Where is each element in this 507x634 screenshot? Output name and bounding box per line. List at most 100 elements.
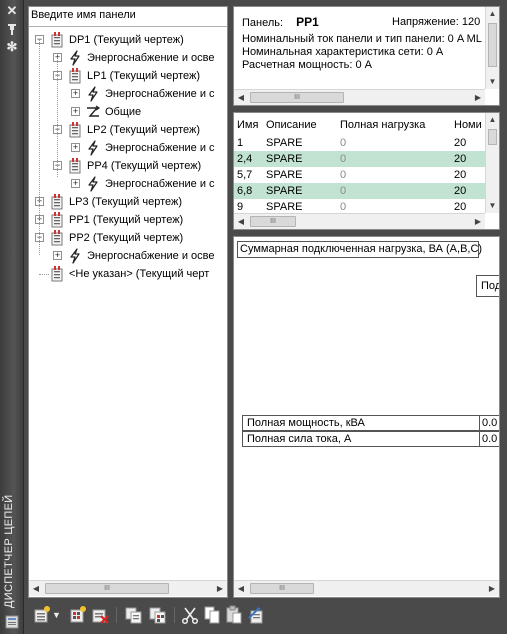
- table-row[interactable]: 5,7 SPARE 0 20: [234, 167, 487, 183]
- column-header-rating[interactable]: Номи: [451, 115, 487, 135]
- scroll-left-icon[interactable]: ◀: [29, 581, 43, 596]
- column-header-load[interactable]: Полная нагрузка: [337, 115, 451, 135]
- cell-rating[interactable]: 20: [451, 167, 487, 183]
- cell-description[interactable]: SPARE: [263, 151, 337, 167]
- cut-icon[interactable]: [180, 605, 200, 625]
- power-icon: [85, 176, 101, 192]
- cell-name[interactable]: 5,7: [234, 167, 263, 183]
- tree-node-label: PP2 (Текущий чертеж): [69, 232, 184, 244]
- column-header-description[interactable]: Описание: [263, 115, 337, 135]
- delete-icon[interactable]: [90, 605, 110, 625]
- circuits-table[interactable]: Имя Описание Полная нагрузка Номи 1 SPARE…: [234, 115, 487, 215]
- scroll-right-icon[interactable]: ▶: [213, 581, 227, 596]
- tree-node-label: LP3 (Текущий чертеж): [69, 196, 182, 208]
- tree-node[interactable]: + Энергоснабжение и с: [29, 85, 227, 103]
- tree-horizontal-scrollbar[interactable]: ◀ III ▶: [29, 580, 227, 596]
- tree-node[interactable]: − DP1 (Текущий чертеж): [29, 31, 227, 49]
- panel-search-input[interactable]: Введите имя панели: [29, 7, 227, 27]
- network-rating-text: Номинальная характеристика сети: 0 A: [242, 46, 444, 58]
- new-circuit-icon[interactable]: [68, 605, 88, 625]
- info-horizontal-scrollbar[interactable]: ◀ III ▶: [234, 89, 485, 105]
- power-icon: [85, 140, 101, 156]
- total-current-value: 0.0: [480, 431, 499, 447]
- summary-horizontal-scrollbar[interactable]: ◀ III ▶: [234, 580, 499, 596]
- table-row[interactable]: 1 SPARE 0 20: [234, 135, 487, 151]
- cell-name[interactable]: 2,4: [234, 151, 263, 167]
- expand-icon[interactable]: +: [71, 179, 80, 188]
- scroll-up-icon[interactable]: ▲: [486, 113, 499, 127]
- scroll-right-icon[interactable]: ▶: [471, 214, 485, 229]
- copy-icon[interactable]: [202, 605, 222, 625]
- total-power-value: 0.0: [480, 415, 499, 431]
- scroll-left-icon[interactable]: ◀: [234, 581, 248, 596]
- panel-label: Панель:: [242, 17, 284, 29]
- cell-load[interactable]: 0: [337, 135, 451, 151]
- scroll-right-icon[interactable]: ▶: [485, 581, 499, 596]
- expand-icon[interactable]: +: [71, 89, 80, 98]
- grid-horizontal-scrollbar[interactable]: ◀ III ▶: [234, 213, 485, 229]
- tree-node[interactable]: + Энергоснабжение и осве: [29, 49, 227, 67]
- expand-icon[interactable]: +: [71, 143, 80, 152]
- tree-node[interactable]: − PP4 (Текущий чертеж): [29, 157, 227, 175]
- scroll-thumb[interactable]: III: [250, 216, 296, 227]
- table-row[interactable]: 6,8 SPARE 0 20: [234, 183, 487, 199]
- cell-description[interactable]: SPARE: [263, 135, 337, 151]
- table-row[interactable]: 2,4 SPARE 0 20: [234, 151, 487, 167]
- cell-name[interactable]: 1: [234, 135, 263, 151]
- scroll-thumb[interactable]: III: [250, 583, 314, 594]
- properties-icon[interactable]: [246, 605, 266, 625]
- cell-description[interactable]: SPARE: [263, 167, 337, 183]
- cell-rating[interactable]: 20: [451, 183, 487, 199]
- tree-node[interactable]: − PP2 (Текущий чертеж): [29, 229, 227, 247]
- panel-icon: [49, 212, 65, 228]
- paste-panel-icon[interactable]: [148, 605, 168, 625]
- cell-description[interactable]: SPARE: [263, 183, 337, 199]
- scroll-left-icon[interactable]: ◀: [234, 90, 248, 105]
- tree-node-label: Энергоснабжение и осве: [87, 250, 215, 262]
- cell-load[interactable]: 0: [337, 183, 451, 199]
- tree-node[interactable]: + LP3 (Текущий чертеж): [29, 193, 227, 211]
- scroll-left-icon[interactable]: ◀: [234, 214, 248, 229]
- scroll-up-icon[interactable]: ▲: [486, 7, 499, 21]
- cell-load[interactable]: 0: [337, 151, 451, 167]
- circuits-grid: Имя Описание Полная нагрузка Номи 1 SPARE…: [233, 112, 500, 230]
- cell-rating[interactable]: 20: [451, 135, 487, 151]
- total-power-label: Полная мощность, кВА: [242, 415, 480, 431]
- panel-icon: [67, 158, 83, 174]
- palette-menu-icon[interactable]: [4, 614, 20, 630]
- close-icon[interactable]: ✕: [5, 4, 19, 18]
- expand-icon[interactable]: +: [71, 107, 80, 116]
- expand-icon[interactable]: +: [53, 251, 62, 260]
- panel-icon: [49, 32, 65, 48]
- cell-load[interactable]: 0: [337, 167, 451, 183]
- general-icon: [85, 104, 101, 120]
- paste-icon[interactable]: [224, 605, 244, 625]
- autohide-icon[interactable]: [5, 22, 19, 36]
- info-vertical-scrollbar[interactable]: ▲ ▼: [485, 7, 499, 89]
- gear-icon[interactable]: ✻: [5, 40, 19, 54]
- cell-name[interactable]: 6,8: [234, 183, 263, 199]
- grid-vertical-scrollbar[interactable]: ▲ ▼: [485, 113, 499, 213]
- tree-node[interactable]: + Общие: [29, 103, 227, 121]
- tree-node[interactable]: + Энергоснабжение и осве: [29, 247, 227, 265]
- tree-node[interactable]: + Энергоснабжение и с: [29, 175, 227, 193]
- tree-node[interactable]: + PP1 (Текущий чертеж): [29, 211, 227, 229]
- column-header-name[interactable]: Имя: [234, 115, 263, 135]
- power-icon: [67, 50, 83, 66]
- cell-rating[interactable]: 20: [451, 151, 487, 167]
- tree-node[interactable]: + Энергоснабжение и с: [29, 139, 227, 157]
- scroll-thumb[interactable]: III: [45, 583, 169, 594]
- dropdown-arrow-icon[interactable]: ▼: [52, 605, 62, 625]
- tree-node[interactable]: − LP1 (Текущий чертеж): [29, 67, 227, 85]
- scroll-right-icon[interactable]: ▶: [471, 90, 485, 105]
- scroll-thumb[interactable]: [488, 23, 497, 67]
- tree-node[interactable]: − LP2 (Текущий чертеж): [29, 121, 227, 139]
- scroll-thumb[interactable]: [488, 129, 497, 145]
- tree-node[interactable]: <Не указан> (Текущий черт: [29, 265, 227, 283]
- scroll-thumb[interactable]: III: [250, 92, 344, 103]
- scroll-down-icon[interactable]: ▼: [486, 199, 499, 213]
- panel-tree[interactable]: − DP1 (Текущий чертеж) + Энергоснабжение и …: [29, 27, 227, 282]
- scroll-down-icon[interactable]: ▼: [486, 75, 499, 89]
- new-panel-icon[interactable]: [32, 605, 52, 625]
- copy-panel-icon[interactable]: [124, 605, 144, 625]
